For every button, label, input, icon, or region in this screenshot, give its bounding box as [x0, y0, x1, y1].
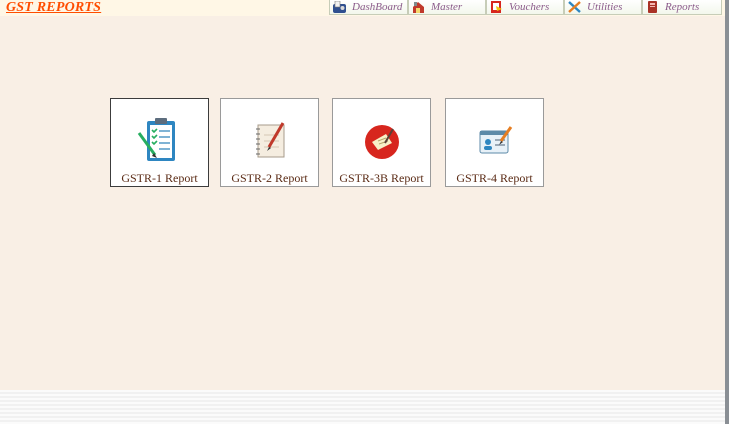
gstr2-report-label: GSTR-2 Report: [231, 171, 308, 185]
nav-master[interactable]: Master: [408, 0, 486, 15]
nav-dashboard[interactable]: DashBoard: [329, 0, 408, 15]
vouchers-icon: [491, 1, 502, 13]
gstr1-report-card[interactable]: GSTR-1 Report: [110, 98, 209, 187]
app-title: GST REPORTS: [6, 0, 102, 15]
gstr3b-report-label: GSTR-3B Report: [339, 171, 424, 185]
app-window: GST REPORTS DashBoard Master Vouchers Ut…: [0, 0, 725, 390]
nav-dashboard-label: DashBoard: [352, 1, 403, 13]
nav-reports-label: Reports: [665, 1, 700, 13]
master-icon: [413, 2, 424, 13]
nav-vouchers[interactable]: Vouchers: [486, 0, 564, 15]
id-card-pen-icon: [479, 126, 512, 154]
red-circle-note-icon: [364, 125, 399, 159]
nav-utilities-label: Utilities: [587, 1, 623, 13]
nav-vouchers-label: Vouchers: [509, 1, 550, 13]
gstr4-report-card[interactable]: GSTR-4 Report: [445, 98, 544, 187]
nav-master-label: Master: [431, 1, 463, 13]
nav-reports[interactable]: Reports: [642, 0, 722, 15]
clipboard-checklist-icon: [137, 118, 175, 161]
notebook-pen-icon: [255, 122, 284, 158]
nav-utilities[interactable]: Utilities: [564, 0, 642, 15]
top-bar: GST REPORTS DashBoard Master Vouchers Ut…: [0, 0, 725, 16]
dashboard-icon: [333, 1, 346, 13]
gstr2-report-card[interactable]: GSTR-2 Report: [220, 98, 319, 187]
gstr4-report-label: GSTR-4 Report: [456, 171, 533, 185]
utilities-icon: [568, 1, 581, 13]
window-border: [725, 0, 729, 424]
bottom-strip: [0, 390, 725, 424]
gstr3b-report-card[interactable]: GSTR-3B Report: [332, 98, 431, 187]
gstr1-report-label: GSTR-1 Report: [121, 171, 198, 185]
reports-icon: [648, 1, 657, 13]
